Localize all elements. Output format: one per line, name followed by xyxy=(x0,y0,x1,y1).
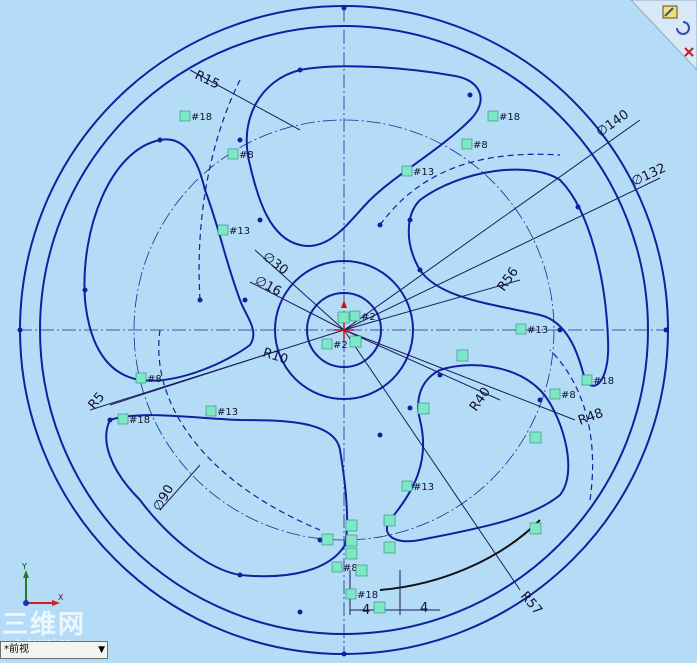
svg-text:Y: Y xyxy=(21,562,27,571)
svg-text:#18: #18 xyxy=(499,112,520,123)
svg-text:#13: #13 xyxy=(229,226,250,237)
cutout-bottom-left xyxy=(105,414,349,578)
chevron-down-icon[interactable]: ▼ xyxy=(98,642,105,658)
relation-marker[interactable]: #13 xyxy=(205,405,238,418)
view-orientation-label: *前视 xyxy=(4,644,29,655)
dim-d16[interactable]: ∅16 xyxy=(252,273,284,299)
confirmation-corner[interactable] xyxy=(613,0,697,70)
relation-marker[interactable]: #13 xyxy=(401,165,434,178)
relation-marker[interactable]: #18 xyxy=(117,413,150,426)
dim-width-4b[interactable]: 4 xyxy=(420,601,428,616)
svg-text:#13: #13 xyxy=(413,482,434,493)
relation-marker[interactable]: #18 xyxy=(487,110,520,123)
relation-marker[interactable]: #8 xyxy=(549,388,576,401)
dim-r56[interactable]: R56 xyxy=(495,265,522,295)
dim-d30[interactable]: ∅30 xyxy=(260,249,291,278)
svg-text:#13: #13 xyxy=(413,167,434,178)
relation-marker[interactable]: #13 xyxy=(401,480,434,493)
dimension-leaders xyxy=(89,69,661,615)
relation-marker[interactable]: #18 xyxy=(345,588,378,601)
relation-marker[interactable]: #8 xyxy=(331,561,358,574)
centerlines xyxy=(18,8,668,655)
svg-text:#13: #13 xyxy=(527,325,548,336)
relation-marker[interactable]: #2 xyxy=(321,338,348,351)
dim-d140[interactable]: ∅140 xyxy=(594,107,632,140)
relation-marker[interactable]: #13 xyxy=(515,323,548,336)
svg-text:#8: #8 xyxy=(561,390,576,401)
svg-text:#8: #8 xyxy=(147,374,162,385)
svg-text:#8: #8 xyxy=(473,140,488,151)
arc-slot-4 xyxy=(158,329,321,531)
reference-triad: Y X xyxy=(21,562,64,606)
cutout-left xyxy=(83,138,255,382)
svg-text:#18: #18 xyxy=(357,590,378,601)
view-orientation-dropdown[interactable]: *前视 ▼ xyxy=(0,641,108,659)
sketch-canvas[interactable]: #18 #8 #13 #18 #8 #13 #2 #2 #13 #18 #8 #… xyxy=(0,0,697,663)
dim-d90[interactable]: ∅90 xyxy=(150,482,177,514)
svg-text:#8: #8 xyxy=(239,150,254,161)
svg-text:#18: #18 xyxy=(129,415,150,426)
exit-sketch-icon[interactable] xyxy=(662,5,678,19)
svg-text:#2: #2 xyxy=(333,340,348,351)
cutout-top xyxy=(245,65,482,247)
relation-marker[interactable]: #13 xyxy=(217,224,250,237)
dim-r15[interactable]: R15 xyxy=(192,68,222,92)
relation-marker[interactable]: #8 xyxy=(135,372,162,385)
svg-text:#8: #8 xyxy=(343,563,358,574)
svg-text:#18: #18 xyxy=(191,112,212,123)
relation-marker[interactable]: #8 xyxy=(461,138,488,151)
dim-r40[interactable]: R40 xyxy=(467,385,494,415)
dim-d132[interactable]: ∅132 xyxy=(629,161,668,190)
svg-text:#13: #13 xyxy=(217,407,238,418)
relation-marker[interactable]: #18 xyxy=(581,374,614,387)
dim-r5[interactable]: R5 xyxy=(86,390,109,413)
svg-text:#2: #2 xyxy=(361,312,376,323)
dim-r48[interactable]: R48 xyxy=(576,406,605,429)
relation-marker[interactable]: #18 xyxy=(179,110,212,123)
svg-text:#18: #18 xyxy=(593,376,614,387)
dim-width-4a[interactable]: 4 xyxy=(362,603,370,618)
dim-r57[interactable]: R57 xyxy=(517,589,545,618)
relation-marker[interactable]: #2 xyxy=(349,310,376,323)
relation-marker[interactable]: #8 xyxy=(227,148,254,161)
svg-text:X: X xyxy=(58,593,64,602)
arc-slot-2 xyxy=(379,153,561,226)
